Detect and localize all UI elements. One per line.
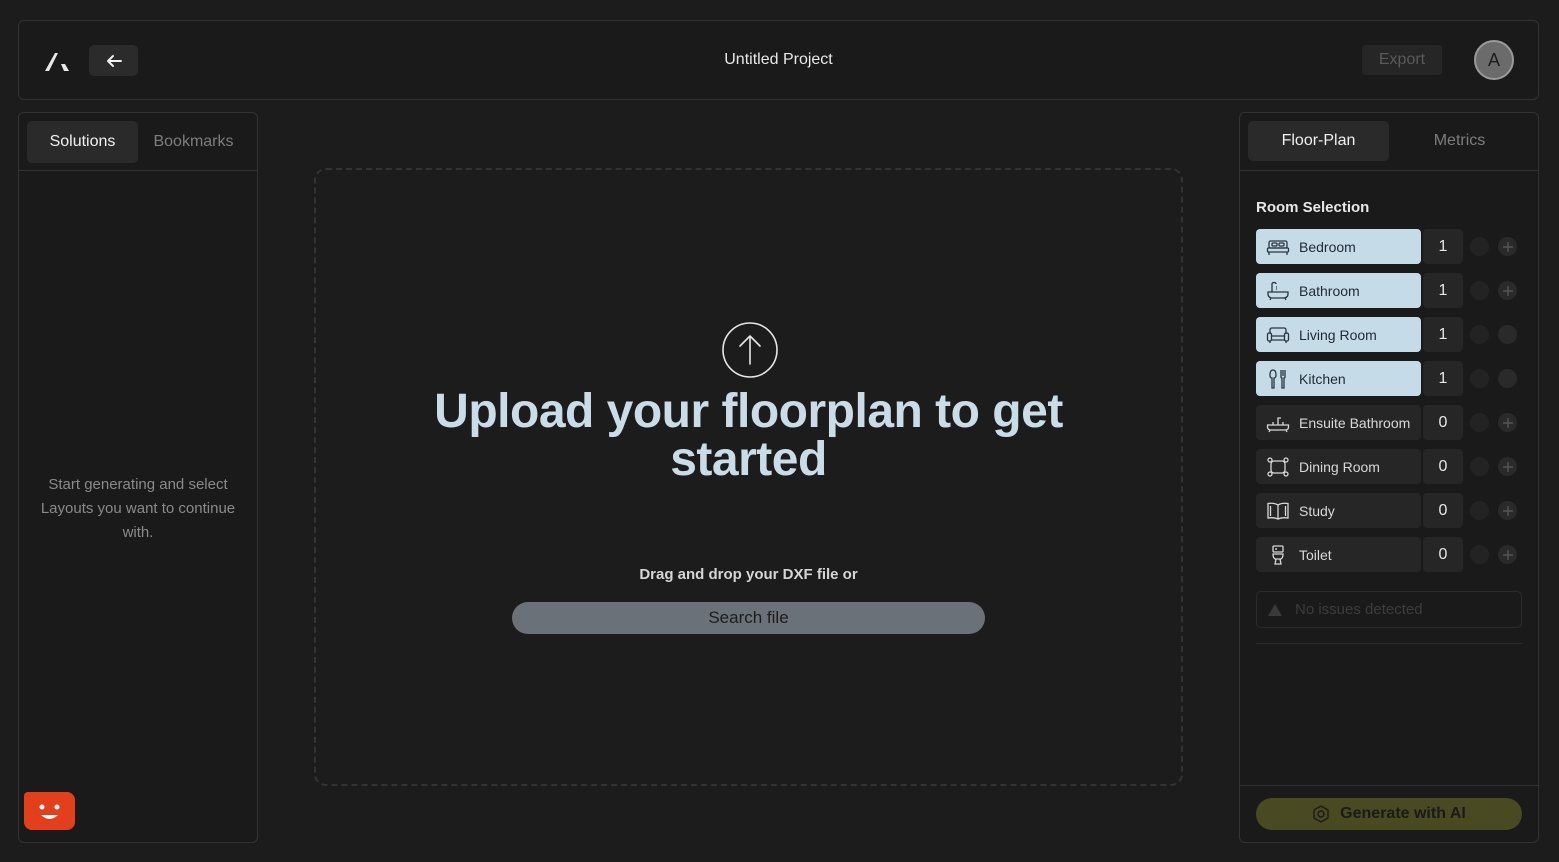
increment-button[interactable] [1498,325,1517,344]
divider [19,170,257,171]
tab-solutions[interactable]: Solutions [27,121,138,163]
floorplan-panel: Floor-Plan Metrics Room Selection Bedroo… [1239,112,1539,843]
room-name-label: Bathroom [1299,282,1360,299]
divider [1256,643,1522,644]
tab-floor-plan[interactable]: Floor-Plan [1248,121,1389,161]
decrement-button[interactable] [1470,545,1489,564]
room-name-label: Study [1299,502,1335,519]
decrement-button[interactable] [1470,281,1489,300]
right-tabs: Floor-Plan Metrics [1248,121,1530,161]
room-toggle-study[interactable]: Study [1256,493,1421,528]
bathtub-icon [1267,281,1289,300]
upload-arrow-icon [722,322,778,378]
plus-icon [1502,549,1513,560]
smiley-face-icon [39,804,60,819]
file-drop-zone[interactable]: Upload your floorplan to get started Dra… [314,168,1183,786]
issues-text: No issues detected [1295,601,1423,618]
room-list: Bedroom 1 Bathroom 1 Living Room 1 Kitch… [1256,229,1526,581]
generate-with-ai-button[interactable]: Generate with AI [1256,798,1522,830]
room-name-label: Toilet [1299,546,1332,563]
increment-button[interactable] [1498,237,1517,256]
plus-icon [1502,417,1513,428]
bed-icon [1266,239,1290,255]
room-row-dining-room: Dining Room 0 [1256,449,1526,484]
chat-bot-icon[interactable] [24,792,75,830]
decrement-button[interactable] [1470,325,1489,344]
room-row-study: Study 0 [1256,493,1526,528]
room-toggle-bedroom[interactable]: Bedroom [1256,229,1421,264]
room-toggle-living-room[interactable]: Living Room [1256,317,1421,352]
tab-metrics[interactable]: Metrics [1389,121,1530,161]
decrement-button[interactable] [1470,413,1489,432]
room-row-kitchen: Kitchen 1 [1256,361,1526,396]
room-name-label: Bedroom [1299,238,1356,255]
room-count[interactable]: 0 [1423,405,1463,440]
increment-button[interactable] [1498,281,1517,300]
room-row-toilet: Toilet 0 [1256,537,1526,572]
room-count[interactable]: 1 [1423,317,1463,352]
room-toggle-ensuite-bathroom[interactable]: Ensuite Bathroom [1256,405,1421,440]
decrement-button[interactable] [1470,369,1489,388]
room-selection-heading: Room Selection [1256,199,1370,216]
divider [1240,170,1538,171]
room-row-bathroom: Bathroom 1 [1256,273,1526,308]
increment-button[interactable] [1498,545,1517,564]
decrement-button[interactable] [1470,501,1489,520]
ai-hexagon-icon [1313,805,1329,823]
room-count[interactable]: 0 [1423,493,1463,528]
room-toggle-bathroom[interactable]: Bathroom [1256,273,1421,308]
decrement-button[interactable] [1470,457,1489,476]
increment-button[interactable] [1498,369,1517,388]
warning-icon [1268,603,1282,616]
room-name-label: Living Room [1299,326,1377,343]
upload-heading: Upload your floorplan to get started [434,385,1063,486]
toilet-icon [1272,544,1284,565]
room-name-label: Ensuite Bathroom [1299,414,1411,431]
room-row-ensuite-bathroom: Ensuite Bathroom 0 [1256,405,1526,440]
increment-button[interactable] [1498,413,1517,432]
solutions-panel: Solutions Bookmarks Start generating and… [18,112,258,843]
room-name-label: Kitchen [1299,370,1346,387]
increment-button[interactable] [1498,457,1517,476]
room-toggle-kitchen[interactable]: Kitchen [1256,361,1421,396]
user-avatar[interactable]: A [1474,40,1514,80]
utensils-icon [1269,368,1286,389]
room-count[interactable]: 1 [1423,229,1463,264]
project-title[interactable]: Untitled Project [19,51,1538,69]
generate-label: Generate with AI [1340,805,1466,822]
book-icon [1267,502,1289,520]
plus-icon [1502,241,1513,252]
room-toggle-dining-room[interactable]: Dining Room [1256,449,1421,484]
room-row-living-room: Living Room 1 [1256,317,1526,352]
plus-icon [1502,461,1513,472]
empty-state-message: Start generating and select Layouts you … [40,476,236,541]
drag-drop-hint: Drag and drop your DXF file or [639,566,858,583]
ensuite-bath-icon [1266,416,1290,432]
left-tabs: Solutions Bookmarks [27,121,249,163]
tab-bookmarks[interactable]: Bookmarks [138,121,249,163]
room-count[interactable]: 0 [1423,537,1463,572]
issues-status: No issues detected [1256,591,1522,628]
dining-table-icon [1267,456,1289,477]
room-count[interactable]: 1 [1423,273,1463,308]
room-count[interactable]: 0 [1423,449,1463,484]
plus-icon [1502,285,1513,296]
room-row-bedroom: Bedroom 1 [1256,229,1526,264]
room-toggle-toilet[interactable]: Toilet [1256,537,1421,572]
room-count[interactable]: 1 [1423,361,1463,396]
room-name-label: Dining Room [1299,458,1380,475]
increment-button[interactable] [1498,501,1517,520]
search-file-button[interactable]: Search file [512,602,985,634]
top-header: Untitled Project Export A [18,20,1539,100]
sofa-icon [1266,326,1290,343]
divider [1240,785,1538,786]
export-button[interactable]: Export [1362,45,1442,75]
decrement-button[interactable] [1470,237,1489,256]
plus-icon [1502,505,1513,516]
